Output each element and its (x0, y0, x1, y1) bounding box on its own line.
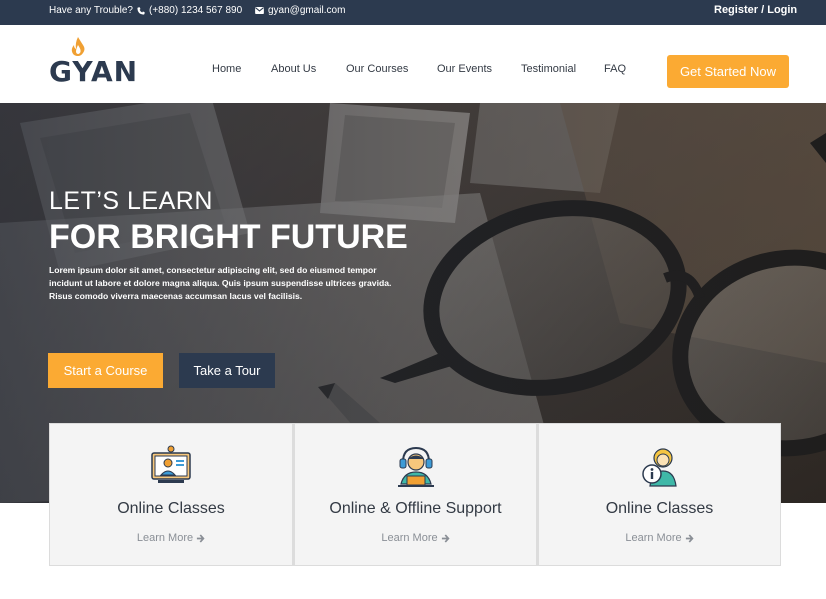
learn-more-label: Learn More (625, 532, 682, 544)
top-bar: Have any Trouble? (+880) 1234 567 890 gy… (0, 0, 826, 25)
feature-title: Online Classes (605, 500, 714, 517)
feature-card: Online & Offline Support Learn More (293, 423, 537, 566)
hero-subtitle: LET’S LEARN (49, 187, 213, 215)
arrow-right-icon (197, 533, 205, 543)
start-course-button[interactable]: Start a Course (48, 353, 163, 388)
feature-title: Online Classes (117, 500, 225, 517)
phone-icon (137, 6, 145, 15)
trouble-label: Have any Trouble? (49, 5, 133, 16)
envelope-icon (255, 7, 264, 14)
arrow-right-icon (685, 533, 694, 543)
learn-more-link[interactable]: Learn More (539, 532, 780, 544)
support-agent-icon (397, 446, 434, 487)
auth-separator: / (761, 4, 765, 16)
arrow-right-icon (441, 533, 450, 543)
learn-more-label: Learn More (381, 532, 438, 544)
login-link[interactable]: Login (767, 4, 797, 16)
feature-title: Online & Offline Support (329, 500, 502, 517)
nav-our-courses[interactable]: Our Courses (346, 63, 408, 75)
learn-more-link[interactable]: Learn More (50, 532, 292, 544)
auth-links: Register / Login (714, 4, 797, 16)
nav-our-events[interactable]: Our Events (437, 63, 492, 75)
info-person-icon (641, 448, 677, 487)
nav-faq[interactable]: FAQ (604, 63, 626, 75)
flame-icon (71, 37, 85, 56)
main-header: GYAN Home About Us Our Courses Our Event… (0, 25, 826, 103)
feature-card: Online Classes Learn More (49, 423, 293, 566)
hero-title: FOR BRIGHT FUTURE (49, 218, 408, 256)
online-class-icon (151, 445, 191, 483)
feature-cards: Online Classes Learn More Online & Offli… (49, 423, 781, 566)
get-started-button[interactable]: Get Started Now (667, 55, 789, 88)
learn-more-link[interactable]: Learn More (295, 532, 536, 544)
learn-more-label: Learn More (136, 532, 194, 544)
email-contact[interactable]: gyan@gmail.com (255, 5, 345, 16)
feature-card: Online Classes Learn More (537, 423, 781, 566)
take-tour-button[interactable]: Take a Tour (179, 353, 275, 388)
email-address: gyan@gmail.com (268, 5, 346, 16)
nav-testimonial[interactable]: Testimonial (521, 63, 576, 75)
phone-contact[interactable]: (+880) 1234 567 890 (137, 5, 242, 16)
phone-number: (+880) 1234 567 890 (149, 5, 243, 16)
site-logo[interactable]: GYAN (49, 37, 137, 88)
nav-home[interactable]: Home (212, 63, 241, 75)
nav-about-us[interactable]: About Us (271, 63, 316, 75)
logo-text: GYAN (49, 55, 139, 88)
register-link[interactable]: Register (714, 4, 758, 16)
hero-description: Lorem ipsum dolor sit amet, consectetur … (49, 265, 392, 301)
